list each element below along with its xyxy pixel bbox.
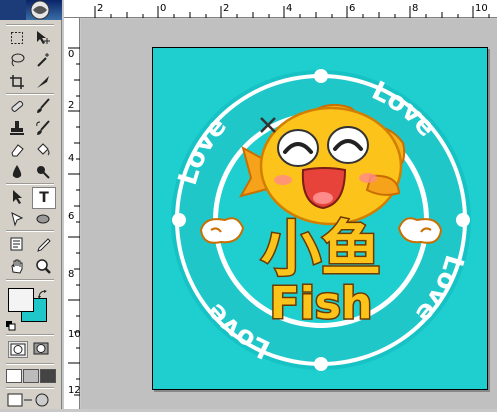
dodge-tool-icon[interactable] xyxy=(32,162,54,182)
toolbox-header xyxy=(0,0,62,20)
document-canvas[interactable]: Love Love Love Love 小鱼 Fish xyxy=(152,47,488,390)
right-wing-icon xyxy=(397,217,443,244)
lasso-tool-icon[interactable] xyxy=(6,50,28,70)
eraser-tool-icon[interactable] xyxy=(6,140,28,160)
brush-tool-icon[interactable] xyxy=(32,96,54,116)
healing-brush-tool-icon[interactable] xyxy=(6,96,28,116)
type-tool-icon[interactable]: T xyxy=(32,187,56,209)
ruler-number: 6 xyxy=(68,211,75,222)
title-english: Fish xyxy=(270,278,373,329)
swap-colors-icon[interactable] xyxy=(38,285,48,299)
path-selection-tool-icon[interactable] xyxy=(6,187,28,207)
hand-tool-icon[interactable] xyxy=(6,256,28,276)
title-chinese: 小鱼 xyxy=(261,215,381,285)
ruler-number: 2 xyxy=(97,3,104,14)
ruler-number: 6 xyxy=(349,3,356,14)
marquee-tool-icon[interactable] xyxy=(6,28,28,48)
ruler-number: 12 xyxy=(68,385,81,396)
ruler-number: 0 xyxy=(160,3,167,14)
full-screen-mode-button[interactable] xyxy=(40,369,56,383)
pen-tool-icon[interactable] xyxy=(6,209,28,229)
clone-stamp-tool-icon[interactable] xyxy=(6,118,28,138)
foreground-color-swatch[interactable] xyxy=(8,288,34,312)
default-colors-icon[interactable] xyxy=(6,316,16,331)
standard-mode-button[interactable] xyxy=(8,341,28,358)
ruler-number: 4 xyxy=(286,3,293,14)
ruler-ticks xyxy=(94,6,490,18)
ruler-number: 10 xyxy=(475,3,488,14)
ruler-number: 4 xyxy=(68,153,75,164)
notes-tool-icon[interactable] xyxy=(6,234,28,254)
ruler-number: 10 xyxy=(68,329,81,340)
left-wing-icon xyxy=(199,217,245,244)
ruler-number: 8 xyxy=(68,269,75,280)
blur-tool-icon[interactable] xyxy=(6,162,28,182)
ruler-number: 2 xyxy=(68,100,75,111)
quick-mask-mode-button[interactable] xyxy=(32,341,52,358)
shape-tool-icon[interactable] xyxy=(32,209,54,229)
move-tool-icon[interactable] xyxy=(32,28,54,48)
crop-tool-icon[interactable] xyxy=(6,72,28,92)
history-brush-tool-icon[interactable] xyxy=(32,118,54,138)
zoom-tool-icon[interactable] xyxy=(32,256,54,276)
slice-tool-icon[interactable] xyxy=(32,72,54,92)
ruler-number: 8 xyxy=(412,3,419,14)
full-screen-menu-mode-button[interactable] xyxy=(23,369,39,383)
eyedropper-tool-icon[interactable] xyxy=(32,234,54,254)
horizontal-ruler xyxy=(64,0,497,18)
magic-wand-tool-icon[interactable] xyxy=(32,50,54,70)
toolbox: T xyxy=(0,0,62,409)
jump-to-imageready-icon[interactable] xyxy=(6,392,56,408)
app-logo-icon xyxy=(0,0,50,20)
ruler-number: 0 xyxy=(68,49,75,60)
standard-screen-mode-button[interactable] xyxy=(6,369,22,383)
ruler-number: 2 xyxy=(223,3,230,14)
fish-badge-artwork: Love Love Love Love 小鱼 Fish xyxy=(171,69,471,371)
paint-bucket-tool-icon[interactable] xyxy=(32,140,54,160)
